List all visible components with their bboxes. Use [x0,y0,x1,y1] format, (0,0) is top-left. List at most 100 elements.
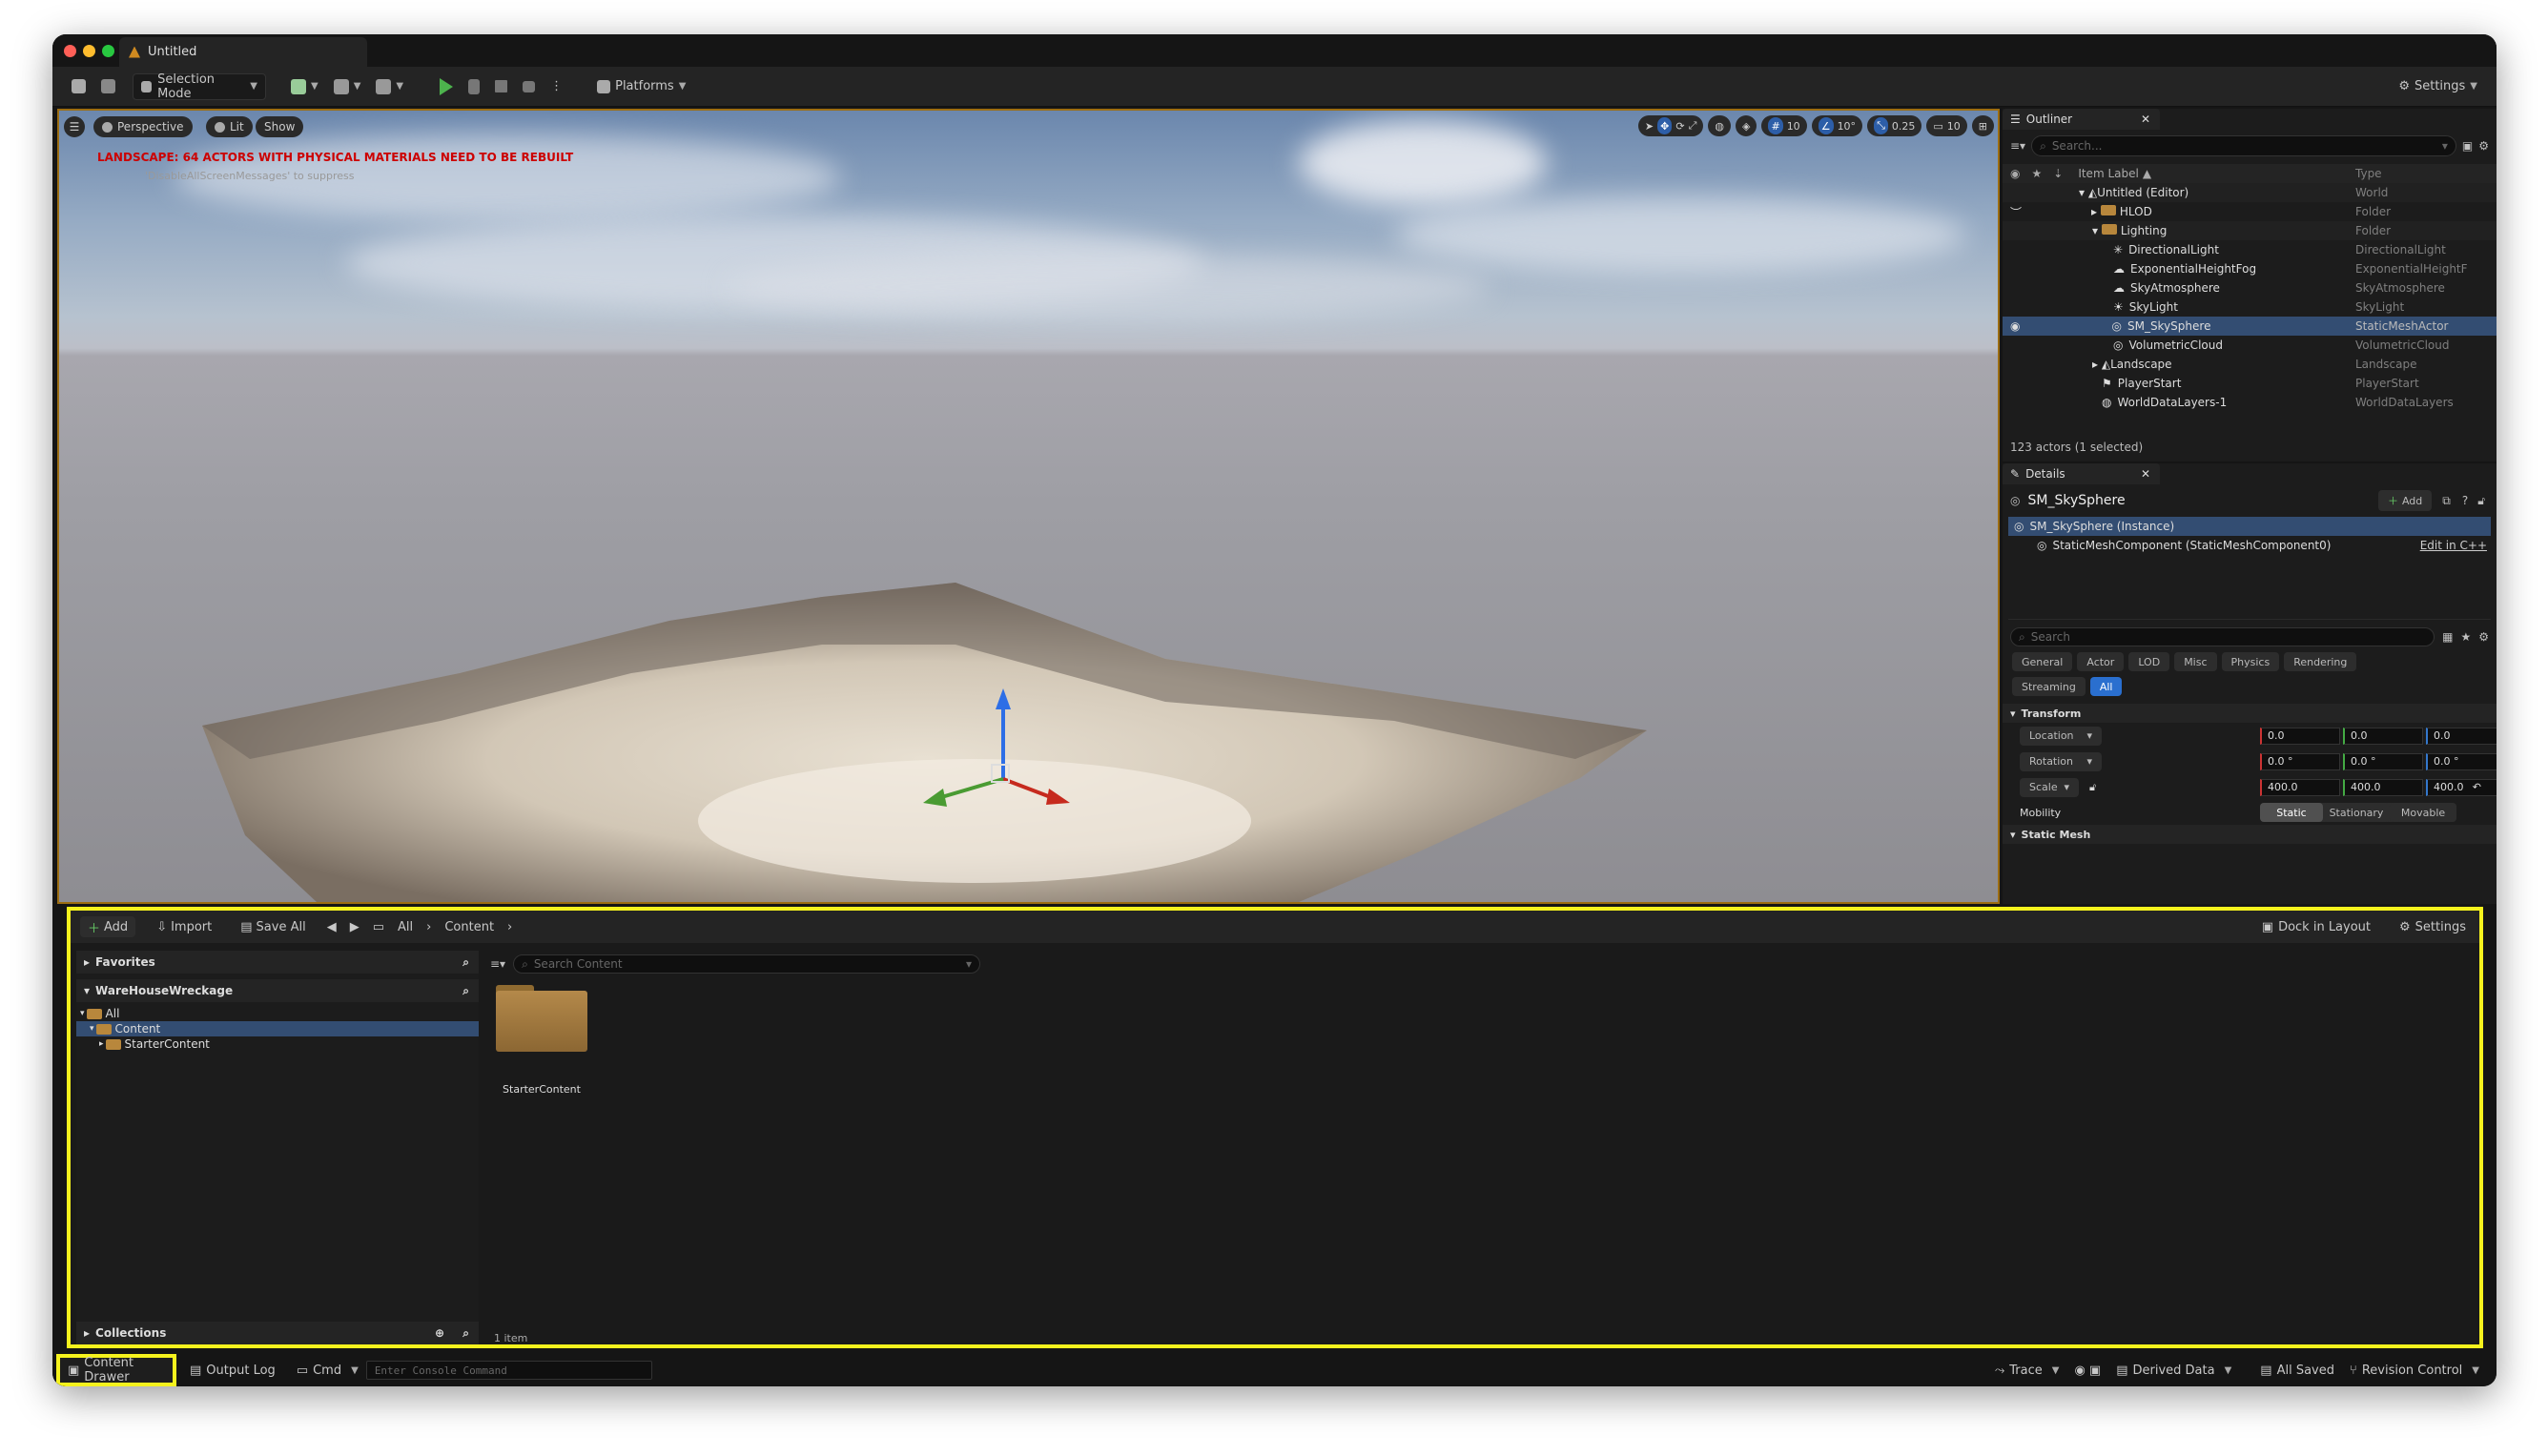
trace-button[interactable]: ⤳ Trace ▼ [1987,1358,2067,1383]
rotation-y-field[interactable]: 0.0 ° [2343,752,2423,770]
cmd-dropdown[interactable]: ▭ Cmd ▼ [289,1358,366,1383]
save-icon[interactable] [64,73,93,100]
outliner-row[interactable]: ☁ SkyAtmosphere SkyAtmosphere [2003,278,2497,297]
edit-cpp-link[interactable]: Edit in C++ [2420,539,2487,552]
transform-gizmo[interactable] [898,681,1070,824]
scale-dropdown[interactable]: Scale ▾ [2020,777,2079,797]
mobility-stationary[interactable]: Stationary [2323,803,2390,822]
level-viewport[interactable]: ☰ Perspective Lit Show LANDSCAPE: 64 ACT… [57,109,2000,904]
add-component-button[interactable]: ＋ Add [2377,490,2433,511]
filter-all[interactable]: All [2089,677,2123,696]
content-drawer-button[interactable]: ▣ Content Drawer [56,1354,176,1386]
collections-header[interactable]: ▸ Collections ⊕ ⌕ [76,1322,479,1344]
favorites-header[interactable]: ▸ Favorites ⌕ [76,951,479,974]
search-icon[interactable]: ⌕ [462,955,469,970]
rotation-z-field[interactable]: 0.0 ° [2426,752,2497,770]
surface-snap-toggle[interactable]: ◈ [1736,115,1757,136]
search-icon[interactable]: ⌕ [462,1326,469,1341]
blueprint-icon[interactable]: ⧉ [2442,494,2451,508]
more-options-icon[interactable]: ⋮ [543,73,570,100]
component-row[interactable]: ◎ StaticMeshComponent (StaticMeshComponen… [2008,536,2491,555]
filter-misc[interactable]: Misc [2174,652,2217,671]
tree-item-all[interactable]: ▾ All [76,1006,479,1021]
lock-icon[interactable]: 🔓︎ [2477,494,2485,508]
outliner-row[interactable]: ⚑ PlayerStart PlayerStart [2003,374,2497,393]
viewport-layout-button[interactable]: ⊞ [1971,115,1994,136]
filter-general[interactable]: General [2012,652,2073,671]
perspective-button[interactable]: Perspective [93,116,193,137]
translate-icon[interactable]: ✥ [1657,117,1673,134]
forward-icon[interactable]: ▶ [350,920,360,934]
level-tab[interactable]: Untitled [119,37,367,67]
star-icon[interactable]: ★ [2460,630,2471,644]
details-settings-icon[interactable]: ⚙ [2478,630,2489,644]
grid-snap-button[interactable]: #10 [1761,115,1807,136]
scale-snap-button[interactable]: ⤡ 0.25 [1867,115,1922,136]
outliner-row-selected[interactable]: ◉ ◎ SM_SkySphere StaticMeshActor [2003,317,2497,336]
filter-actor[interactable]: Actor [2077,652,2125,671]
tree-item-content[interactable]: ▾ Content [76,1021,479,1036]
details-search-input[interactable]: ⌕ Search [2010,627,2435,646]
visibility-icon[interactable]: ◉ [2010,319,2020,333]
settings-button[interactable]: ⚙ Settings ▼ [2391,73,2485,100]
outliner-row[interactable]: ▸ ◭ Landscape Landscape [2003,355,2497,374]
scale-y-field[interactable]: 400.0 [2343,778,2423,796]
breadcrumb-content[interactable]: Content [444,920,494,934]
mobility-static[interactable]: Static [2260,803,2323,822]
scale-lock-icon[interactable]: 🔓︎ [2089,781,2096,794]
outliner-tab[interactable]: ☰ Outliner ✕ [2003,109,2160,130]
outliner-row[interactable]: ︶ ▸ HLOD Folder [2003,202,2497,221]
record-icon[interactable]: ◉ ▣ [2066,1358,2108,1383]
filter-icon[interactable]: ≡▾ [2010,139,2025,153]
scale-x-field[interactable]: 400.0 [2260,778,2340,796]
close-icon[interactable]: ✕ [2141,113,2150,126]
close-window-button[interactable] [64,45,76,57]
minimize-window-button[interactable] [83,45,95,57]
step-button[interactable] [461,73,487,100]
location-dropdown[interactable]: Location ▾ [2020,726,2102,746]
filter-lod[interactable]: LOD [2128,652,2170,671]
all-saved-button[interactable]: ▤ All Saved [2252,1358,2342,1383]
console-input[interactable]: Enter Console Command [365,1361,652,1380]
item-label-header[interactable]: Item Label [2078,167,2139,180]
outliner-row[interactable]: ☁ ExponentialHeightFog ExponentialHeightF [2003,259,2497,278]
filter-icon[interactable]: ≡▾ [490,957,505,971]
asset-tile[interactable]: StarterContent [494,985,589,1099]
import-button[interactable]: ⇩ Import [149,913,219,940]
dock-in-layout-button[interactable]: ▣ Dock in Layout [2254,913,2378,940]
reset-icon[interactable]: ↶ [2473,781,2481,793]
back-icon[interactable]: ◀ [327,920,337,934]
play-button[interactable] [432,73,461,100]
revision-control-button[interactable]: ⑂ Revision Control ▼ [2342,1358,2487,1383]
location-z-field[interactable]: 0.0 [2426,727,2497,745]
transform-tools[interactable]: ➤ ✥ ⟳ ⤢ [1637,115,1704,136]
location-y-field[interactable]: 0.0 [2343,727,2423,745]
tree-item-startercontent[interactable]: ▸ StarterContent [76,1036,479,1052]
actor-name[interactable]: SM_SkySphere [2027,493,2125,508]
close-icon[interactable]: ✕ [2141,467,2150,481]
outliner-row[interactable]: ▾ ◭ Untitled (Editor) World [2003,183,2497,202]
stop-button[interactable] [487,73,515,100]
filter-rendering[interactable]: Rendering [2284,652,2357,671]
outliner-row[interactable]: ☀ SkyLight SkyLight [2003,297,2497,317]
mobility-movable[interactable]: Movable [2390,803,2456,822]
add-folder-icon[interactable]: ▣ [2462,139,2473,153]
eject-button[interactable] [515,73,543,100]
details-tab[interactable]: ✎ Details ✕ [2003,463,2160,484]
help-icon[interactable]: ? [2462,494,2468,507]
content-settings-button[interactable]: ⚙ Settings [2392,913,2474,940]
save-all-button[interactable]: ▤ Save All [233,913,313,940]
outliner-row[interactable]: ✳ DirectionalLight DirectionalLight [2003,240,2497,259]
outliner-settings-icon[interactable]: ⚙ [2478,139,2489,153]
chevron-right-icon[interactable]: › [507,920,512,934]
scale-z-field[interactable]: 400.0 [2426,778,2497,796]
derived-data-button[interactable]: ▤ Derived Data ▼ [2108,1358,2239,1383]
table-view-icon[interactable]: ▦ [2442,630,2453,644]
outliner-row[interactable]: ▾ Lighting Folder [2003,221,2497,240]
add-button[interactable]: ＋ Add [80,916,136,937]
content-search-input[interactable]: ⌕ Search Content ▾ [513,954,981,974]
blueprint-button[interactable]: ▼ [326,73,369,100]
outliner-row[interactable]: ◍ WorldDataLayers-1 WorldDataLayers [2003,393,2497,412]
project-header[interactable]: ▾ WareHouseWreckage ⌕ [76,979,479,1002]
maximize-window-button[interactable] [102,45,114,57]
